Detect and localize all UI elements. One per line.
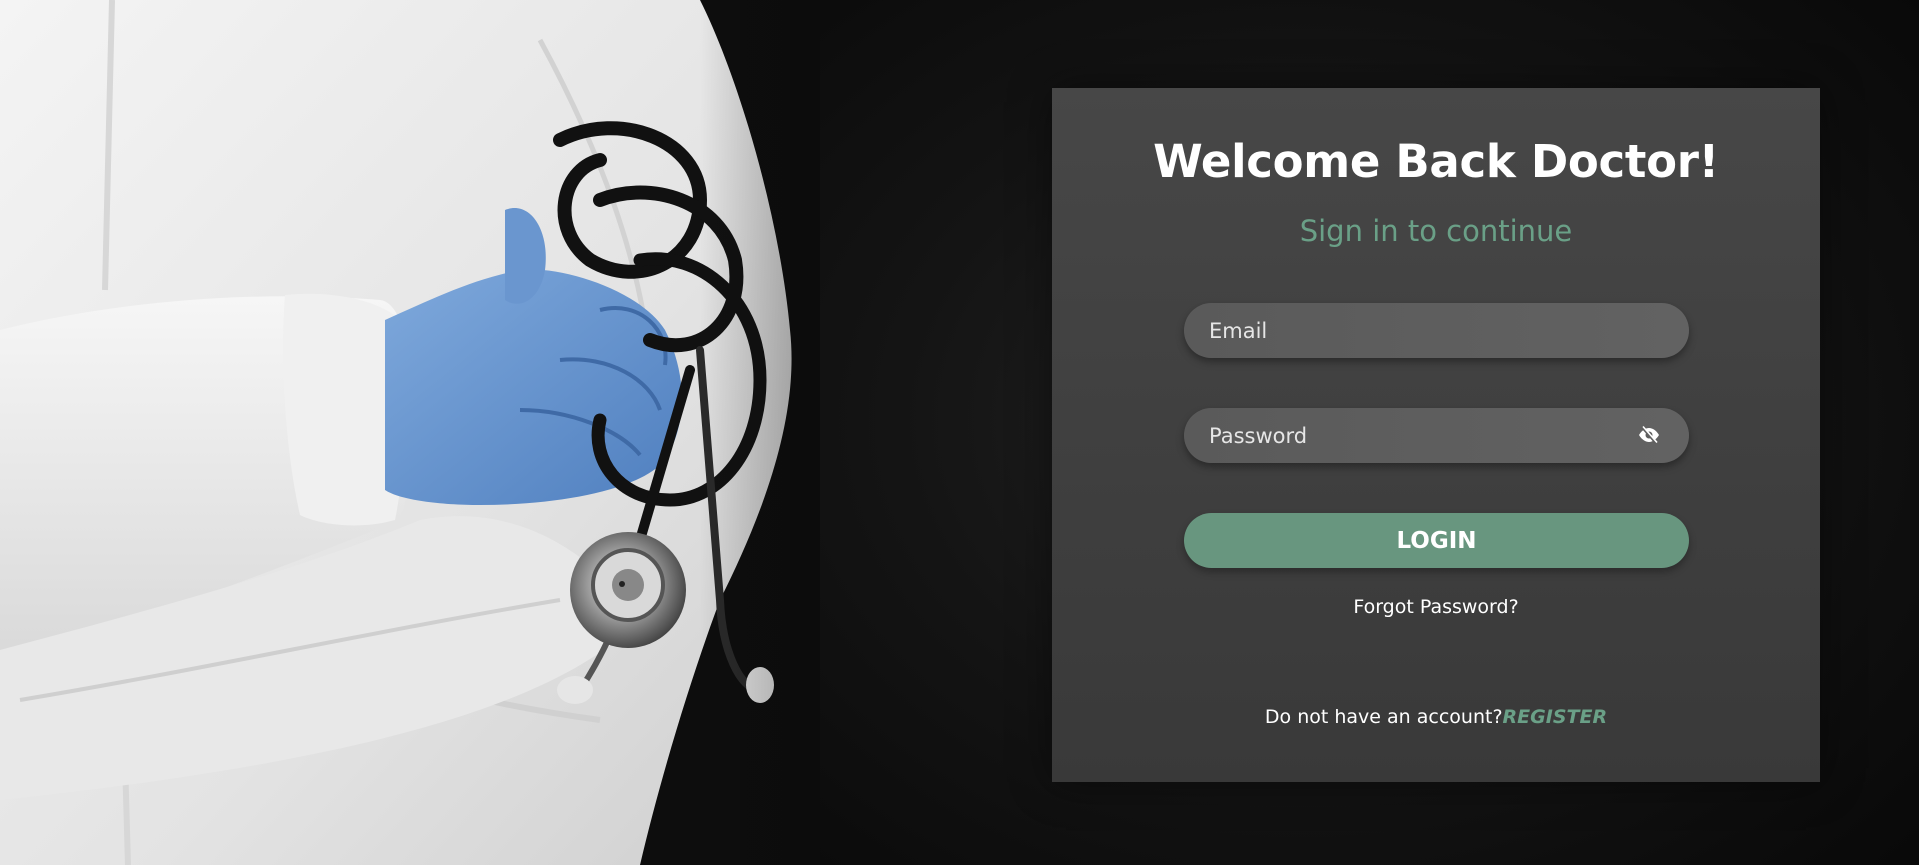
email-field[interactable]	[1184, 303, 1689, 358]
password-field-wrapper	[1184, 408, 1689, 463]
forgot-password-link[interactable]: Forgot Password?	[1052, 596, 1820, 618]
page-title: Welcome Back Doctor!	[1153, 135, 1719, 188]
doctor-stethoscope-illustration	[0, 0, 820, 865]
email-field-wrapper	[1184, 303, 1689, 358]
eye-slash-icon[interactable]	[1637, 423, 1661, 447]
register-prompt-text: Do not have an account?	[1264, 706, 1503, 728]
hero-image	[0, 0, 820, 865]
login-card: Welcome Back Doctor! Sign in to continue…	[1052, 88, 1820, 782]
login-button[interactable]: LOGIN	[1184, 513, 1689, 568]
password-field[interactable]	[1184, 408, 1689, 463]
register-prompt: Do not have an account?REGISTER	[1052, 706, 1820, 728]
page-subtitle: Sign in to continue	[1299, 214, 1573, 248]
register-link[interactable]: REGISTER	[1503, 706, 1608, 728]
login-page: Welcome Back Doctor! Sign in to continue…	[0, 0, 1919, 865]
